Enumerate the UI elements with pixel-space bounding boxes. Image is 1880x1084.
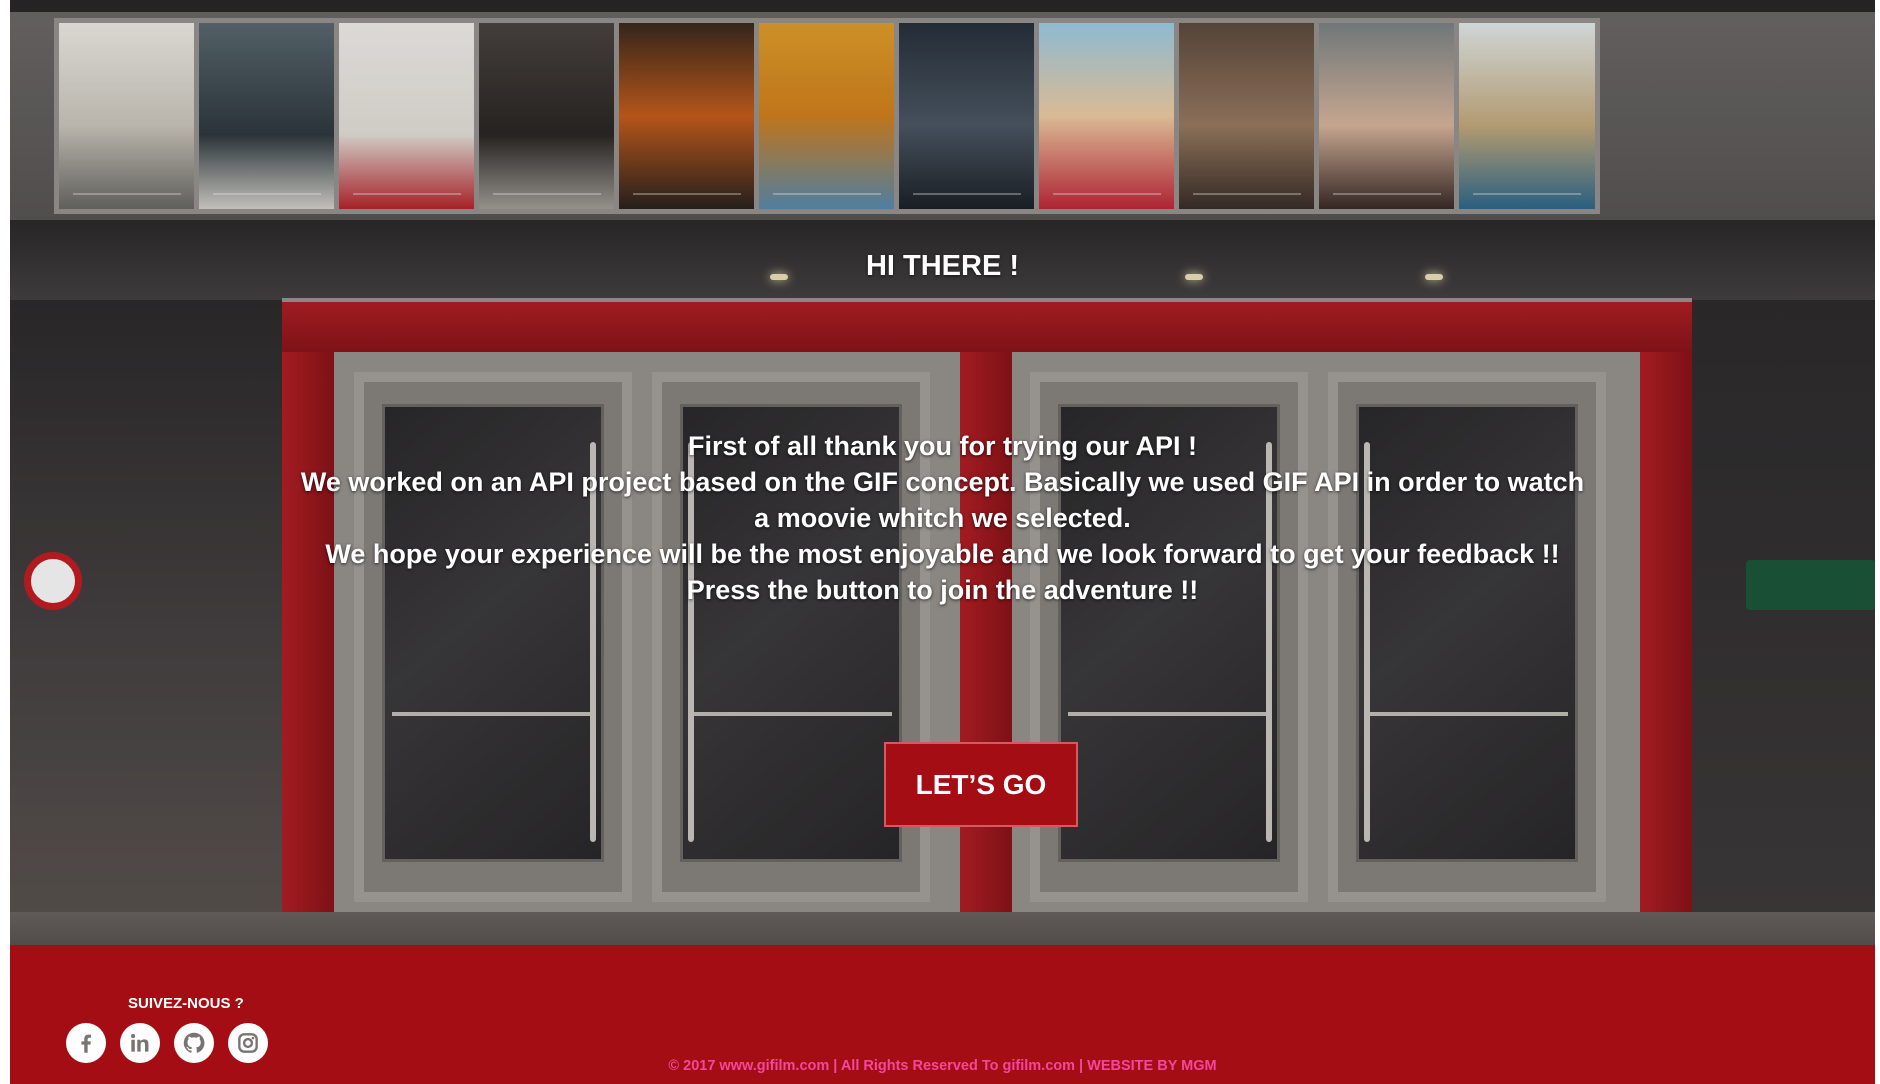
footer: SUIVEZ-NOUS ? © 2017 www.gifilm.com | Al… — [10, 945, 1875, 1084]
hero-intro: First of all thank you for trying our AP… — [170, 428, 1715, 608]
social-links — [66, 1023, 268, 1063]
instagram-icon — [238, 1033, 258, 1053]
copyright-text: © 2017 www.gifilm.com | All Rights Reser… — [668, 1058, 1217, 1074]
intro-line: We worked on an API project based on the… — [300, 467, 1585, 497]
linkedin-icon — [131, 1034, 149, 1052]
github-link[interactable] — [174, 1023, 214, 1063]
linkedin-link[interactable] — [120, 1023, 160, 1063]
hero-section: HI THERE ! First of all thank you for tr… — [10, 0, 1875, 945]
page: HI THERE ! First of all thank you for tr… — [10, 0, 1875, 1084]
facebook-icon — [81, 1034, 91, 1053]
instagram-link[interactable] — [228, 1023, 268, 1063]
intro-line: Press the button to join the adventure !… — [686, 575, 1199, 605]
lets-go-button[interactable]: LET’S GO — [884, 742, 1078, 827]
intro-line: We hope your experience will be the most… — [325, 539, 1560, 569]
hero-greeting: HI THERE ! — [865, 250, 1020, 282]
intro-line: First of all thank you for trying our AP… — [687, 431, 1198, 461]
github-icon — [183, 1032, 205, 1053]
facebook-link[interactable] — [66, 1023, 106, 1063]
follow-us-label: SUIVEZ-NOUS ? — [128, 995, 244, 1012]
intro-line: a moovie whitch we selected. — [754, 503, 1131, 533]
